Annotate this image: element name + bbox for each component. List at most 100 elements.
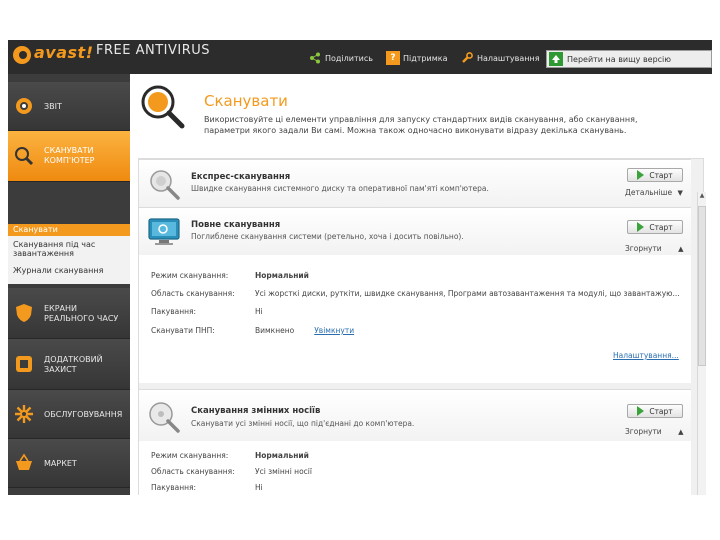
- sidebar-item-label: Звіт: [44, 102, 62, 111]
- sidebar-item-summary[interactable]: Звіт: [8, 82, 130, 131]
- removable-scan-icon: [149, 402, 180, 433]
- sidebar-item-label: Екрани реального часу: [44, 304, 119, 323]
- eye-icon: [16, 98, 32, 114]
- scan-card-express: Експрес-сканування Швидке сканування сис…: [139, 159, 691, 208]
- settings-link[interactable]: Налаштування: [460, 50, 540, 66]
- card-title: Повне сканування: [191, 220, 281, 230]
- detail-key: Пакування:: [151, 483, 197, 492]
- submenu-boot-scan[interactable]: Сканування під час завантаження: [8, 240, 130, 258]
- gear-icon: [15, 405, 33, 423]
- share-label: Поділитись: [325, 53, 373, 63]
- box-icon: [16, 356, 32, 372]
- sidebar-item-label: Додатковий захист: [44, 355, 103, 374]
- page-description: Використовуйте ці елементи управління дл…: [204, 115, 638, 135]
- detail-value: Нормальний: [255, 271, 309, 280]
- detail-key: Пакування:: [151, 307, 197, 316]
- detail-key: Область сканування:: [151, 289, 235, 298]
- start-label: Старт: [649, 222, 673, 232]
- detail-row: Область сканування: Усі змінні носії: [151, 467, 312, 476]
- start-removable-button[interactable]: Старт: [627, 404, 683, 418]
- details-toggle[interactable]: Детальніше ▼: [625, 188, 683, 197]
- arrow-up-icon: [549, 52, 563, 66]
- detail-row: Пакування: Ні: [151, 483, 263, 492]
- full-scan-details: Режим сканування: Нормальний Область скан…: [139, 255, 691, 383]
- product-name: FREE ANTIVIRUS: [96, 43, 210, 58]
- toggle-label: Згорнути: [625, 427, 662, 436]
- sidebar-item-market[interactable]: Маркет: [8, 439, 130, 488]
- submenu-scan-logs[interactable]: Журнали сканування: [8, 266, 130, 275]
- chevron-up-icon: ▲: [678, 428, 684, 436]
- start-label: Старт: [649, 406, 673, 416]
- removable-scan-details: Режим сканування: Нормальний Область скан…: [139, 441, 691, 495]
- chevron-up-icon: ▲: [678, 245, 684, 253]
- upgrade-label: Перейти на вищу версію: [567, 54, 672, 64]
- avast-logo-icon: [13, 46, 31, 64]
- enable-pup-link[interactable]: Увімкнути: [314, 326, 354, 335]
- wrench-icon: [460, 51, 474, 65]
- detail-row: Режим сканування: Нормальний: [151, 451, 309, 460]
- page-title: Сканувати: [204, 92, 288, 110]
- start-full-button[interactable]: Старт: [627, 220, 683, 234]
- sidebar-item-maintenance[interactable]: Обслуговування: [8, 390, 130, 439]
- share-link[interactable]: Поділитись: [308, 50, 373, 66]
- detail-key: Режим сканування:: [151, 271, 229, 280]
- detail-key: Сканувати ПНП:: [151, 326, 215, 335]
- scan-list: Експрес-сканування Швидке сканування сис…: [138, 158, 704, 495]
- card-description: Швидке сканування системного диску та оп…: [191, 184, 489, 193]
- play-icon: [637, 222, 645, 232]
- top-bar: avast! FREE ANTIVIRUS Поділитись ? Підтр…: [8, 40, 712, 74]
- shield-icon: [16, 304, 32, 322]
- play-icon: [637, 406, 645, 416]
- collapse-toggle[interactable]: Згорнути ▲: [625, 427, 683, 436]
- scan-card-full: Повне сканування Поглиблене сканування с…: [139, 207, 691, 256]
- detail-key: Режим сканування:: [151, 451, 229, 460]
- detail-row: Сканувати ПНП: Вимкнено Увімкнути: [151, 326, 354, 335]
- scan-card-removable: Сканування змінних носіїв Сканувати усі …: [139, 389, 691, 442]
- detail-value: Ні: [255, 483, 263, 492]
- sidebar-item-label: Сканувати комп'ютер: [44, 146, 95, 165]
- scrollbar[interactable]: ▲: [697, 192, 706, 495]
- upgrade-button[interactable]: Перейти на вищу версію: [546, 50, 712, 68]
- detail-row: Область сканування: Усі жорсткі диски, ру…: [151, 289, 680, 298]
- submenu-scan[interactable]: Сканувати: [8, 224, 130, 236]
- monitor-scan-icon: [148, 218, 180, 245]
- settings-label: Налаштування: [477, 53, 540, 63]
- card-description: Сканувати усі змінні носії, що під'єднан…: [191, 419, 415, 428]
- detail-value: Нормальний: [255, 451, 309, 460]
- start-express-button[interactable]: Старт: [627, 168, 683, 182]
- scan-submenu: Сканувати Сканування під час завантаженн…: [8, 224, 130, 284]
- detail-row: Режим сканування: Нормальний: [151, 271, 309, 280]
- detail-key: Область сканування:: [151, 467, 235, 476]
- settings-link-full[interactable]: Налаштування...: [613, 351, 679, 360]
- card-title: Сканування змінних носіїв: [191, 406, 321, 416]
- support-link[interactable]: ? Підтримка: [386, 50, 447, 66]
- question-icon: ?: [386, 51, 400, 65]
- detail-value: Вимкнено: [255, 326, 295, 335]
- sidebar: Звіт Сканувати комп'ютер Сканувати Скану…: [8, 74, 130, 495]
- play-icon: [637, 170, 645, 180]
- detail-row: Пакування: Ні: [151, 307, 263, 316]
- sidebar-item-label: Маркет: [44, 459, 77, 468]
- detail-value: Усі змінні носії: [255, 467, 312, 476]
- collapse-toggle[interactable]: Згорнути ▲: [625, 244, 683, 253]
- sidebar-item-realtime-shields[interactable]: Екрани реального часу: [8, 288, 130, 339]
- toggle-label: Детальніше: [625, 188, 673, 197]
- scroll-up-icon[interactable]: ▲: [698, 192, 706, 199]
- main-panel: Сканувати Використовуйте ці елементи упр…: [130, 74, 712, 495]
- card-description: Поглиблене сканування системи (ретельно,…: [191, 232, 464, 241]
- chevron-down-icon: ▼: [677, 189, 683, 197]
- magnifier-icon: [15, 147, 34, 166]
- sidebar-item-scan[interactable]: Сканувати комп'ютер: [8, 131, 130, 182]
- sidebar-item-label: Обслуговування: [44, 410, 123, 419]
- scan-magnifier-icon: [141, 85, 185, 129]
- detail-value: Усі жорсткі диски, руткіти, швидке скану…: [255, 289, 680, 298]
- support-label: Підтримка: [403, 53, 448, 63]
- app-window: avast! FREE ANTIVIRUS Поділитись ? Підтр…: [8, 40, 712, 495]
- express-scan-icon: [150, 170, 180, 200]
- share-icon: [308, 51, 322, 65]
- start-label: Старт: [649, 170, 673, 180]
- sidebar-item-additional-protection[interactable]: Додатковий захист: [8, 339, 130, 390]
- toggle-label: Згорнути: [625, 244, 662, 253]
- scrollbar-thumb[interactable]: [698, 206, 706, 366]
- card-title: Експрес-сканування: [191, 172, 291, 182]
